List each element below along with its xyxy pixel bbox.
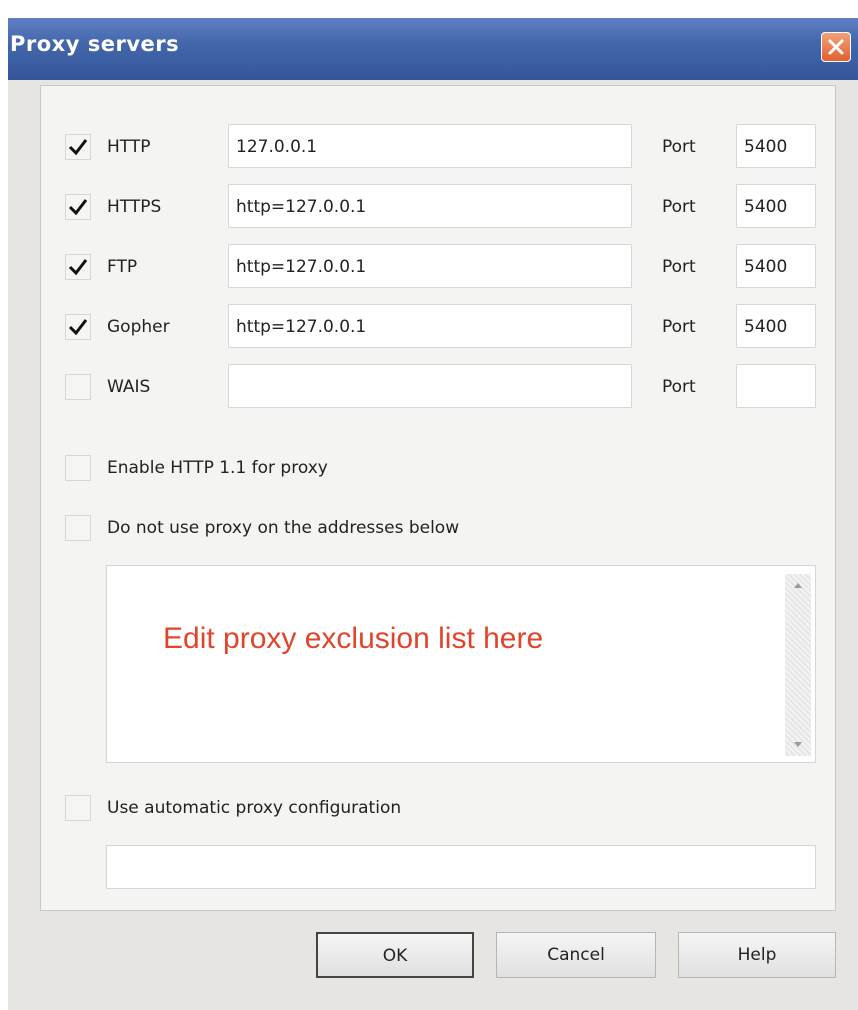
ftp-port-input[interactable]: 5400 xyxy=(736,244,816,288)
auto-config-checkbox[interactable] xyxy=(65,795,91,821)
enable-http11-checkbox[interactable] xyxy=(65,455,91,481)
wais-address-input[interactable] xyxy=(228,364,632,408)
http-port-input[interactable]: 5400 xyxy=(736,124,816,168)
https-checkbox[interactable] xyxy=(65,194,91,220)
cancel-button[interactable]: Cancel xyxy=(496,932,656,978)
vertical-scrollbar[interactable] xyxy=(785,574,811,756)
wais-port-label: Port xyxy=(662,377,696,397)
bypass-proxy-checkbox[interactable] xyxy=(65,515,91,541)
gopher-label: Gopher xyxy=(107,317,170,337)
checkmark-icon xyxy=(68,319,88,336)
https-label: HTTPS xyxy=(107,197,162,217)
http-checkbox[interactable] xyxy=(65,134,91,160)
https-port-label: Port xyxy=(662,197,696,217)
close-icon xyxy=(828,39,844,55)
auto-config-url-input[interactable] xyxy=(106,845,816,889)
checkmark-icon xyxy=(68,259,88,276)
scroll-down-icon xyxy=(794,742,802,747)
https-port-input[interactable]: 5400 xyxy=(736,184,816,228)
ftp-checkbox[interactable] xyxy=(65,254,91,280)
checkmark-icon xyxy=(68,139,88,156)
wais-label: WAIS xyxy=(107,377,151,397)
bypass-proxy-label: Do not use proxy on the addresses below xyxy=(107,518,460,538)
gopher-address-input[interactable]: http=127.0.0.1 xyxy=(228,304,632,348)
auto-config-label: Use automatic proxy configuration xyxy=(107,798,402,818)
ftp-label: FTP xyxy=(107,257,138,277)
ftp-port-label: Port xyxy=(662,257,696,277)
ok-button[interactable]: OK xyxy=(316,932,474,978)
checkmark-icon xyxy=(68,199,88,216)
wais-checkbox[interactable] xyxy=(65,374,91,400)
exclusion-list-hint: Edit proxy exclusion list here xyxy=(163,622,544,655)
scroll-up-icon xyxy=(794,583,802,588)
scroll-down-button[interactable] xyxy=(785,734,811,756)
gopher-port-input[interactable]: 5400 xyxy=(736,304,816,348)
gopher-port-label: Port xyxy=(662,317,696,337)
https-address-input[interactable]: http=127.0.0.1 xyxy=(228,184,632,228)
dialog-title: Proxy servers xyxy=(10,32,180,56)
http-label: HTTP xyxy=(107,137,151,157)
http-port-label: Port xyxy=(662,137,696,157)
exclusion-list-textarea[interactable]: Edit proxy exclusion list here xyxy=(106,565,816,763)
wais-port-input[interactable] xyxy=(736,364,816,408)
title-bar[interactable]: Proxy servers xyxy=(8,18,858,80)
help-button[interactable]: Help xyxy=(678,932,836,978)
http-address-input[interactable]: 127.0.0.1 xyxy=(228,124,632,168)
enable-http11-label: Enable HTTP 1.1 for proxy xyxy=(107,458,328,478)
scroll-up-button[interactable] xyxy=(785,574,811,596)
close-button[interactable] xyxy=(821,32,851,62)
gopher-checkbox[interactable] xyxy=(65,314,91,340)
ftp-address-input[interactable]: http=127.0.0.1 xyxy=(228,244,632,288)
